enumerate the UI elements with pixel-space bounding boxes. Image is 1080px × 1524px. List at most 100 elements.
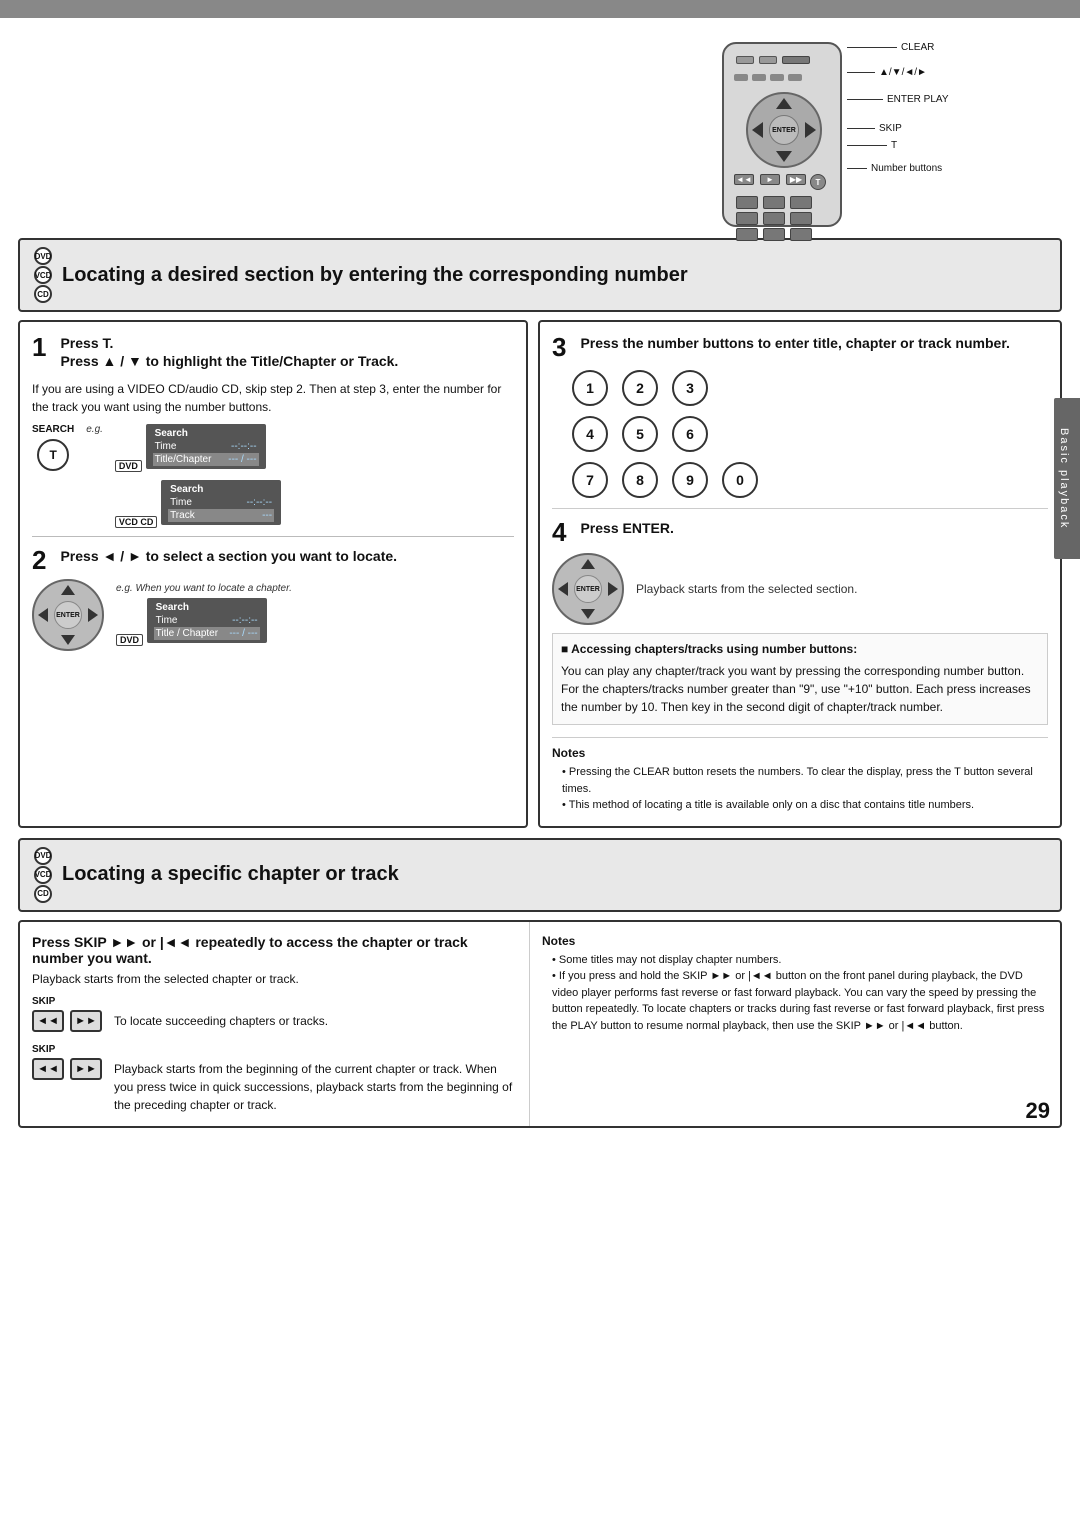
step3-title: Press the number buttons to enter title,… (580, 334, 1009, 352)
vcd-search-display: Search Time--:--:-- Track--- (161, 480, 281, 525)
section2-content: Press SKIP ►► or |◄◄ repeatedly to acces… (18, 920, 1062, 1128)
t-button-diagram: SEARCH T (32, 424, 74, 471)
section2-main-title: Press SKIP ►► or |◄◄ repeatedly to acces… (32, 934, 517, 966)
step3-numpad: 1 2 3 4 5 6 7 8 9 0 (572, 370, 1048, 498)
num-0: 0 (722, 462, 758, 498)
skip-row2-desc: Playback starts from the beginning of th… (114, 1044, 517, 1114)
step4-dpad: ENTER (552, 553, 624, 625)
num-6: 6 (672, 416, 708, 452)
num-4: 4 (572, 416, 608, 452)
accessing-body: You can play any chapter/track you want … (561, 662, 1039, 716)
label-number-buttons: Number buttons (871, 163, 942, 174)
section2-notes-title: Notes (542, 934, 1048, 948)
step2-dvd-badge: DVD (116, 634, 143, 646)
disc-cd: CD (34, 285, 52, 303)
skip-label-2: SKIP (32, 1044, 102, 1055)
section2-header: DVD VCD CD Locating a specific chapter o… (18, 838, 1062, 912)
disc-vcd: VCD (34, 266, 52, 284)
right-panel: 3 Press the number buttons to enter titl… (538, 320, 1062, 828)
section2-left: Press SKIP ►► or |◄◄ repeatedly to acces… (20, 922, 530, 1126)
step3-number: 3 (552, 334, 566, 360)
step4: 4 Press ENTER. ENTER Playback (552, 508, 1048, 625)
skip-row1-desc: To locate succeeding chapters or tracks. (114, 996, 328, 1030)
section2-subtitle: Playback starts from the selected chapte… (32, 972, 517, 986)
label-clear: CLEAR (901, 42, 934, 53)
t-circle-button: T (37, 439, 69, 471)
num-2: 2 (622, 370, 658, 406)
vcd-badge: VCD CD (115, 516, 158, 528)
step2-right: e.g. When you want to locate a chapter. … (116, 583, 292, 648)
remote-diagram-area: ENTER ◄◄ ► ▶▶ T (18, 32, 1062, 232)
note-item-2: This method of locating a title is avail… (562, 797, 1048, 814)
eg-label-step1: e.g. (86, 424, 103, 435)
search-label: SEARCH (32, 424, 74, 435)
step4-number: 4 (552, 519, 566, 545)
s2-disc-vcd: VCD (34, 866, 52, 884)
left-panel: 1 Press T. Press ▲ / ▼ to highlight the … (18, 320, 528, 828)
num-9: 9 (672, 462, 708, 498)
search-displays: DVD Search Time--:--:-- Title/Chapter---… (115, 424, 281, 530)
section1-notes-list: Pressing the CLEAR button resets the num… (552, 764, 1048, 814)
step1-illustration: SEARCH T e.g. DVD Search (32, 424, 514, 530)
dvd-search-display: Search Time--:--:-- Title/Chapter--- / -… (146, 424, 266, 469)
label-enter-play: ENTER PLAY (887, 94, 949, 105)
skip-buttons-1: ◄◄ ►► (32, 1010, 102, 1032)
num-5: 5 (622, 416, 658, 452)
skip-next-1[interactable]: ►► (70, 1010, 102, 1032)
section2-disc-icons: DVD VCD CD (34, 847, 52, 903)
num-8: 8 (622, 462, 658, 498)
skip-row-2: SKIP ◄◄ ►► Playback starts from the begi… (32, 1044, 517, 1114)
skip-buttons-2: ◄◄ ►► (32, 1058, 102, 1080)
section1-header: DVD VCD CD Locating a desired section by… (18, 238, 1062, 312)
s2-disc-dvd: DVD (34, 847, 52, 865)
num-7: 7 (572, 462, 608, 498)
section2-right: Notes Some titles may not display chapte… (530, 922, 1060, 1126)
dvd-badge: DVD (115, 460, 142, 472)
top-decorative-bar (0, 0, 1080, 18)
step4-illustration: ENTER Playback starts from the selected … (552, 553, 1048, 625)
s2-note-2: If you press and hold the SKIP ►► or |◄◄… (552, 968, 1048, 1034)
section2-notes-list: Some titles may not display chapter numb… (542, 952, 1048, 1035)
note-item-1: Pressing the CLEAR button resets the num… (562, 764, 1048, 797)
page-number: 29 (1026, 1098, 1050, 1124)
step1-title: Press T. Press ▲ / ▼ to highlight the Ti… (60, 334, 398, 370)
section1-disc-icons: DVD VCD CD (34, 247, 52, 303)
skip-row-1: SKIP ◄◄ ►► To locate succeeding chapters… (32, 996, 517, 1032)
skip-prev-1[interactable]: ◄◄ (32, 1010, 64, 1032)
step2-dpad: ENTER (32, 579, 104, 651)
step1-body: If you are using a VIDEO CD/audio CD, sk… (32, 380, 514, 416)
section2-wrapper: DVD VCD CD Locating a specific chapter o… (18, 838, 1062, 1128)
step2: 2 Press ◄ / ► to select a section you wa… (32, 536, 514, 651)
section1-notes: Notes Pressing the CLEAR button resets t… (552, 737, 1048, 814)
step3: 3 Press the number buttons to enter titl… (552, 334, 1048, 498)
step4-title: Press ENTER. (580, 519, 673, 537)
label-t: T (891, 140, 897, 151)
num-1: 1 (572, 370, 608, 406)
section2-notes: Notes Some titles may not display chapte… (542, 934, 1048, 1035)
section1-title: Locating a desired section by entering t… (62, 264, 688, 287)
dvd-display-wrapper: DVD Search Time--:--:-- Title/Chapter---… (115, 424, 281, 474)
s2-note-1: Some titles may not display chapter numb… (552, 952, 1048, 969)
step2-title: Press ◄ / ► to select a section you want… (60, 547, 397, 565)
step1: 1 Press T. Press ▲ / ▼ to highlight the … (32, 334, 514, 530)
vcd-display-wrapper: VCD CD Search Time--:--:-- Track--- (115, 480, 281, 530)
skip-label-1: SKIP (32, 996, 102, 1007)
step2-search-display: Search Time--:--:-- Title / Chapter--- /… (147, 598, 267, 643)
skip-row1-controls: SKIP ◄◄ ►► (32, 996, 102, 1032)
section1-notes-title: Notes (552, 746, 1048, 760)
skip-next-2[interactable]: ►► (70, 1058, 102, 1080)
step4-body: Playback starts from the selected sectio… (636, 582, 857, 596)
main-content-area: 1 Press T. Press ▲ / ▼ to highlight the … (18, 320, 1062, 828)
step2-number: 2 (32, 547, 46, 573)
accessing-title: ■ Accessing chapters/tracks using number… (561, 642, 1039, 656)
disc-dvd: DVD (34, 247, 52, 265)
num-3: 3 (672, 370, 708, 406)
accessing-section: ■ Accessing chapters/tracks using number… (552, 633, 1048, 725)
section2-title: Locating a specific chapter or track (62, 863, 399, 886)
skip-prev-2[interactable]: ◄◄ (32, 1058, 64, 1080)
skip-row2-controls: SKIP ◄◄ ►► (32, 1044, 102, 1080)
label-skip: SKIP (879, 123, 902, 134)
step2-eg-label: e.g. When you want to locate a chapter. (116, 583, 292, 594)
s2-disc-cd: CD (34, 885, 52, 903)
step2-illustration: ENTER e.g. When you want to locate a cha… (32, 579, 514, 651)
